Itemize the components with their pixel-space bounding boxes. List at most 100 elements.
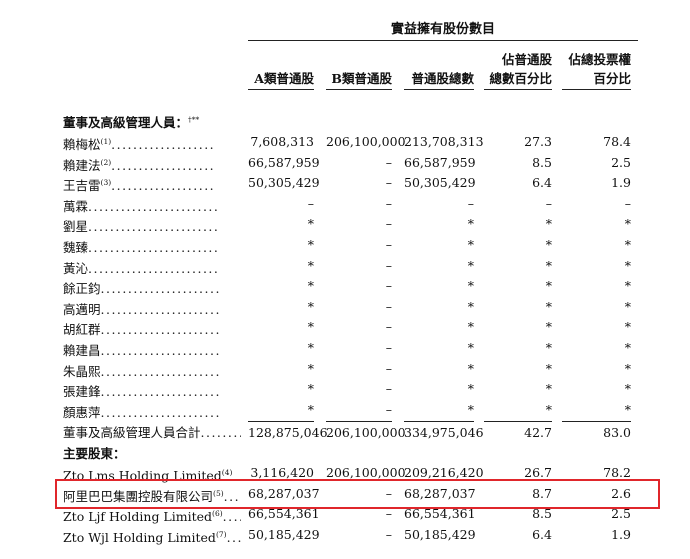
cell-class-a: – <box>307 195 314 211</box>
cell-pct-votes: 1.9 <box>611 175 631 191</box>
cell-class-b: – <box>385 195 392 211</box>
table-row: 胡紅群...................... * – * * * <box>0 317 690 337</box>
cell-pct-shares: * <box>545 278 552 294</box>
cell-pct-votes: 78.4 <box>603 134 631 149</box>
cell-class-b: – <box>385 360 392 376</box>
cell-pct-votes: * <box>624 340 631 355</box>
cell-total: * <box>467 319 474 335</box>
cell-total: * <box>467 298 474 314</box>
column-header-pct-votes: 佔總投票權 百分比 <box>562 50 631 90</box>
cell-class-b: – <box>385 175 392 191</box>
row-label: 黃沁........................ <box>63 260 220 276</box>
cell-class-b: – <box>385 319 392 335</box>
row-label: 劉星........................ <box>63 219 220 235</box>
cell-total: * <box>467 360 474 376</box>
cell-class-b: – <box>385 154 392 170</box>
section-title-directors: 董事及高級管理人員：†** <box>63 115 200 130</box>
cell-pct-shares: * <box>545 216 552 232</box>
column-header-total: 普通股總數 <box>404 50 474 90</box>
cell-class-a: 50,305,429 <box>248 175 320 191</box>
cell-pct-votes: * <box>624 319 631 335</box>
cell-class-a: * <box>307 381 314 397</box>
subtotal-rule-pct-shares <box>484 421 552 422</box>
row-label: 高邁明...................... <box>63 301 221 317</box>
cell-class-b: 206,100,000 <box>326 134 406 149</box>
cell-class-a: * <box>307 278 314 294</box>
cell-class-a: 66,587,959 <box>248 154 320 170</box>
cell-pct-shares: 6.4 <box>532 175 552 191</box>
table-row: 餘正鈞...................... * – * * * <box>0 276 690 296</box>
row-label: 萬霖........................ <box>63 198 220 214</box>
cell-pct-votes: 2.5 <box>611 154 631 170</box>
cell-pct-shares: 6.4 <box>532 526 552 542</box>
cell-total: * <box>467 401 474 417</box>
cell-class-a: * <box>307 319 314 335</box>
cell-pct-votes: * <box>624 278 631 294</box>
highlight-box <box>55 479 660 509</box>
row-label: 胡紅群...................... <box>63 322 221 338</box>
cell-pct-votes: * <box>624 257 631 273</box>
table-row: 萬霖........................ – – – – – <box>0 194 690 214</box>
table-row: 張建鋒...................... * – * * * <box>0 379 690 399</box>
cell-total: * <box>467 340 474 355</box>
row-label: 賴梅松(1)................... <box>63 137 216 152</box>
cell-total: 66,587,959 <box>404 154 476 170</box>
cell-pct-shares: 27.3 <box>524 134 552 149</box>
table-row: 高邁明...................... * – * * * <box>0 297 690 317</box>
cell-total: * <box>467 278 474 294</box>
cell-class-b: – <box>385 298 392 314</box>
row-label: 張建鋒...................... <box>63 384 221 400</box>
cell-pct-votes: – <box>624 195 631 211</box>
cell-pct-shares: * <box>545 237 552 252</box>
cell-pct-shares: * <box>545 257 552 273</box>
column-header-class-a: A類普通股 <box>248 50 314 90</box>
subtotal-rule-total <box>404 421 474 422</box>
cell-class-b: – <box>385 278 392 294</box>
table-row: 魏臻........................ * – * * * <box>0 235 690 255</box>
cell-pct-shares: * <box>545 381 552 397</box>
cell-total: 50,185,429 <box>404 526 476 542</box>
cell-pct-shares: * <box>545 298 552 314</box>
cell-class-b: – <box>385 237 392 252</box>
cell-pct-shares: * <box>545 360 552 376</box>
cell-total: 50,305,429 <box>404 175 476 191</box>
cell-pct-votes: * <box>624 216 631 232</box>
subtotal-rule-a <box>248 421 314 422</box>
shareholding-table: 實益擁有股份數目 A類普通股 B類普通股 普通股總數 佔普通股 總數百分比 佔總… <box>0 0 690 559</box>
row-label: 賴建昌...................... <box>63 343 221 358</box>
cell-pct-votes: 1.9 <box>611 526 631 542</box>
cell-pct-shares: – <box>545 195 552 211</box>
table-row: 賴建法(2)................... 66,587,959–66,5… <box>0 153 690 173</box>
cell-class-b: – <box>385 381 392 397</box>
cell-total: * <box>467 237 474 252</box>
cell-class-a: * <box>307 298 314 314</box>
cell-total: 213,708,313 <box>404 134 484 149</box>
cell-pct-votes: * <box>624 360 631 376</box>
row-label: Zto Wjl Holding Limited(7)....... <box>63 529 241 545</box>
cell-pct-votes: * <box>624 401 631 417</box>
cell-class-b: – <box>385 257 392 273</box>
cell-class-b: – <box>385 340 392 355</box>
table-row: 賴梅松(1)................... 7,608,313 206,10… <box>0 132 690 152</box>
row-label: 賴建法(2)................... <box>63 157 216 173</box>
cell-class-b: – <box>385 401 392 417</box>
row-label: 魏臻........................ <box>63 240 220 255</box>
row-label: 顏惠萍...................... <box>63 404 221 420</box>
cell-class-a: * <box>307 401 314 417</box>
row-label: 王吉雷(3)................... <box>63 178 216 194</box>
cell-pct-shares: * <box>545 319 552 335</box>
cell-class-a: 50,185,429 <box>248 526 320 542</box>
subtotal-rule-b <box>326 421 392 422</box>
table-row: 王吉雷(3)................... 50,305,429–50,3… <box>0 173 690 193</box>
cell-total: – <box>467 195 474 211</box>
cell-class-a: 7,608,313 <box>250 134 314 149</box>
cell-class-b: – <box>385 216 392 232</box>
subtotal-rule-pct-votes <box>562 421 631 422</box>
column-header-class-b: B類普通股 <box>326 50 392 90</box>
group-title: 實益擁有股份數目 <box>390 22 495 37</box>
table-row: 賴建昌...................... * – * * * <box>0 338 690 358</box>
cell-class-b: – <box>385 526 392 542</box>
column-header-pct-shares: 佔普通股 總數百分比 <box>484 50 552 90</box>
cell-class-a: * <box>307 360 314 376</box>
row-label: 朱晶熙...................... <box>63 363 221 379</box>
